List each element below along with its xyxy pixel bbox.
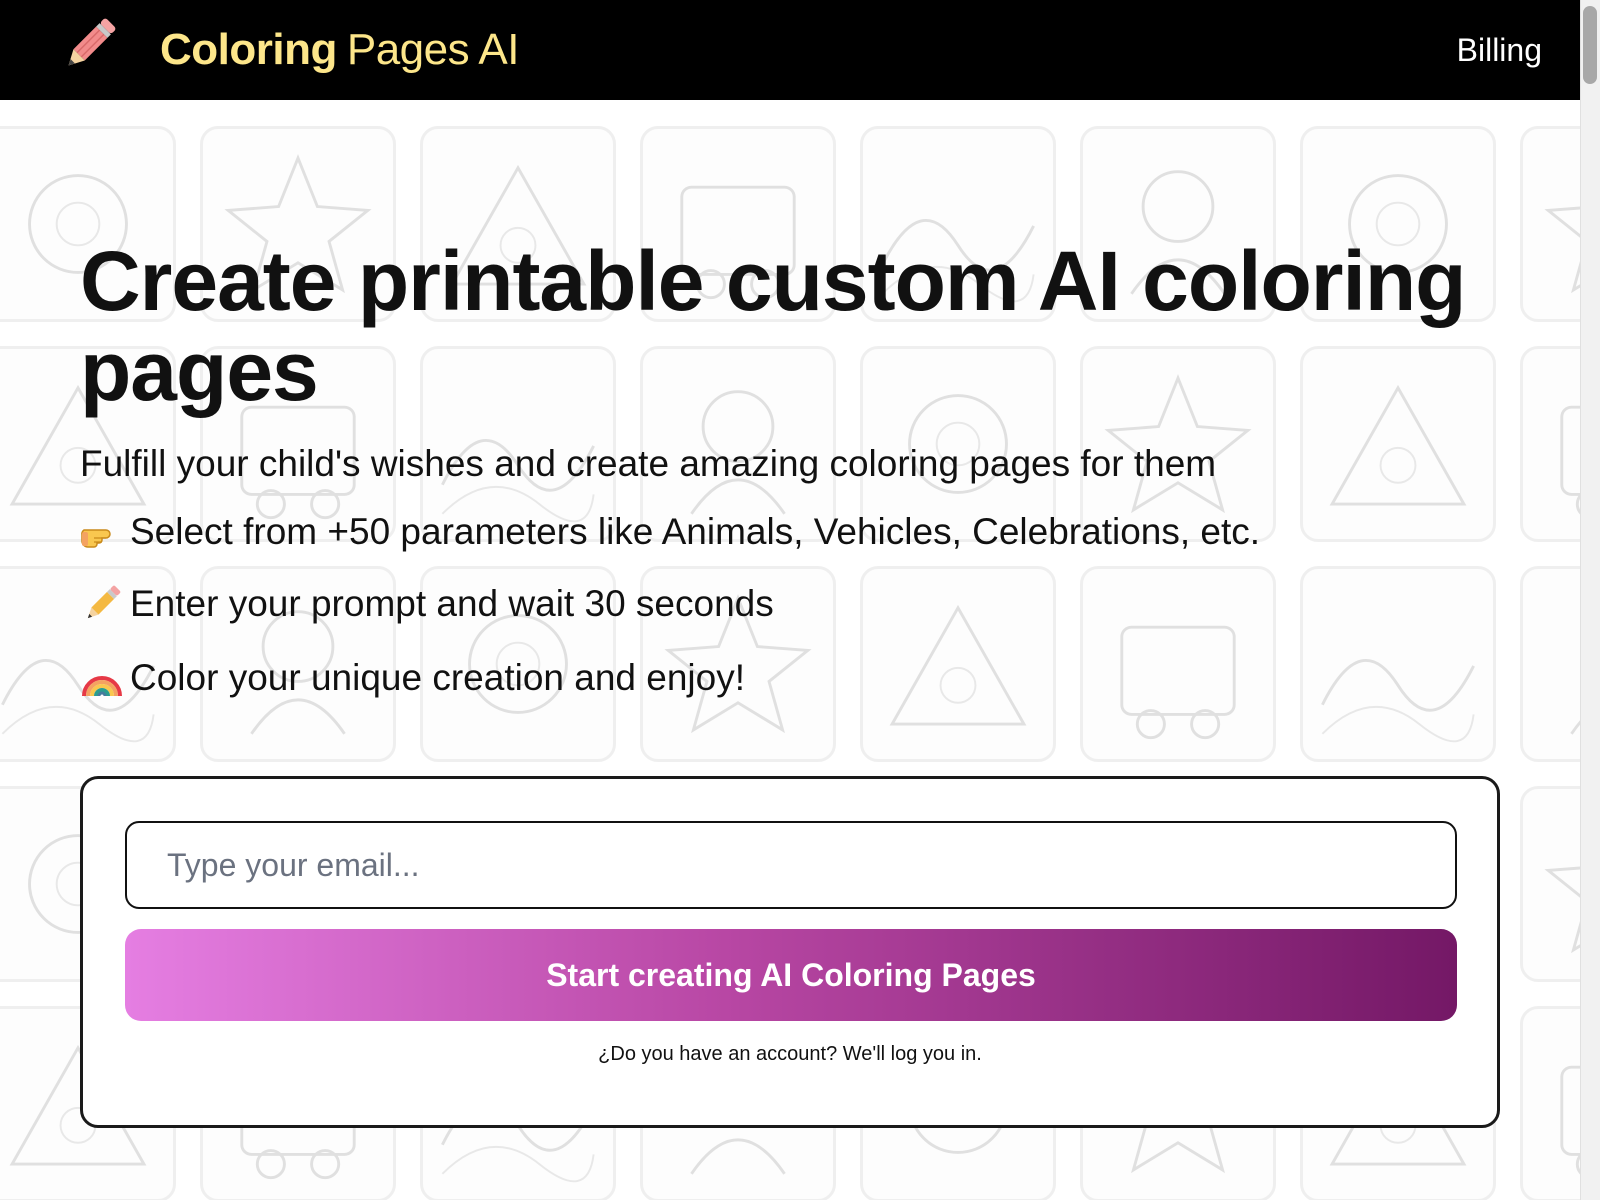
feature-item-color: Color your unique creation and enjoy! — [80, 654, 745, 702]
feature-text: Color your unique creation and enjoy! — [130, 657, 745, 698]
pointing-hand-icon — [80, 510, 124, 554]
page-title: Create printable custom AI coloring page… — [80, 234, 1466, 418]
feature-item-parameters: Select from +50 parameters like Animals,… — [80, 508, 1260, 556]
login-note: ¿Do you have an account? We'll log you i… — [598, 1043, 982, 1065]
brand-light: Pages AI — [346, 25, 520, 74]
feature-text: Enter your prompt and wait 30 seconds — [130, 583, 774, 624]
rainbow-icon — [80, 656, 124, 700]
top-navbar: Coloring Pages AI Billing — [0, 0, 1580, 100]
page-scrollbar[interactable] — [1580, 0, 1600, 1200]
start-creating-button[interactable]: Start creating AI Coloring Pages — [125, 929, 1457, 1021]
billing-link[interactable]: Billing — [1457, 30, 1542, 70]
scrollbar-thumb[interactable] — [1583, 6, 1597, 84]
email-input[interactable] — [125, 821, 1457, 909]
feature-item-prompt: Enter your prompt and wait 30 seconds — [80, 580, 774, 628]
hero-subtitle: Fulfill your child's wishes and create a… — [80, 443, 1217, 484]
pencil-icon — [80, 582, 124, 626]
feature-text: Select from +50 parameters like Animals,… — [130, 511, 1261, 552]
signup-card: Start creating AI Coloring Pages ¿Do you… — [80, 776, 1500, 1128]
pencil-icon[interactable] — [56, 12, 122, 78]
brand-title[interactable]: Coloring Pages AI — [160, 22, 520, 78]
brand-strong: Coloring — [160, 25, 337, 74]
